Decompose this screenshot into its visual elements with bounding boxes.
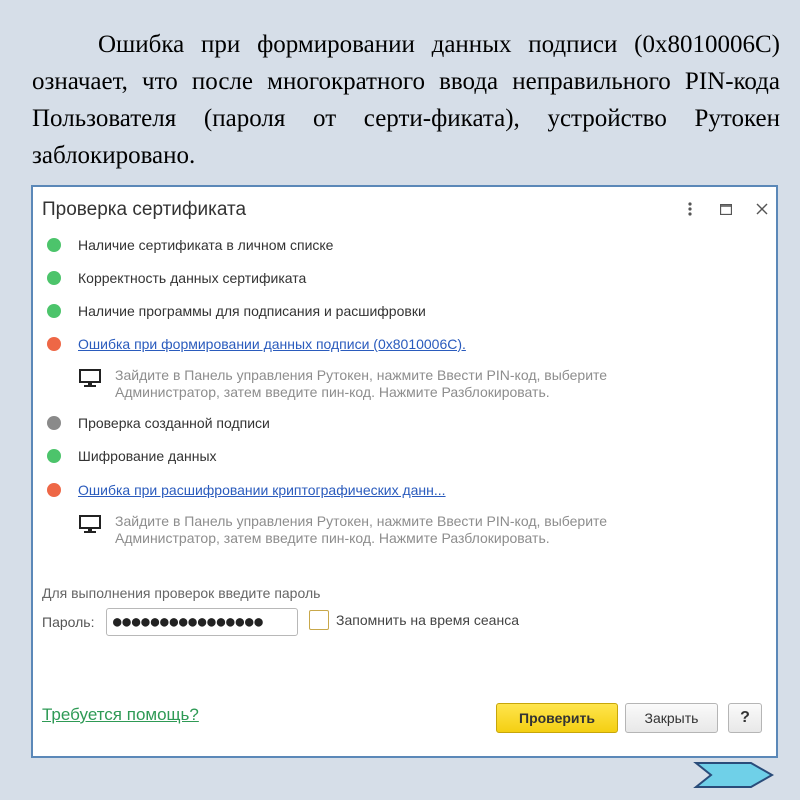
status-ok-icon — [47, 304, 61, 318]
status-ok-icon — [47, 238, 61, 252]
error-link[interactable]: Ошибка при формировании данных подписи (… — [78, 336, 466, 352]
monitor-icon — [79, 515, 101, 537]
status-error-icon — [47, 337, 61, 351]
dialog-title: Проверка сертификата — [42, 199, 247, 220]
check-label: Шифрование данных — [78, 448, 217, 464]
check-label: Проверка созданной подписи — [78, 415, 270, 431]
check-button[interactable]: Проверить — [496, 703, 618, 733]
error-hint: Зайдите в Панель управления Рутокен, наж… — [79, 367, 675, 401]
close-icon[interactable] — [750, 197, 774, 221]
password-prompt: Для выполнения проверок введите пароль — [42, 585, 321, 601]
check-label: Наличие программы для подписания и расши… — [78, 303, 426, 319]
check-item: Наличие программы для подписания и расши… — [47, 303, 426, 319]
status-ok-icon — [47, 271, 61, 285]
check-item: Ошибка при формировании данных подписи (… — [47, 336, 466, 352]
maximize-icon[interactable] — [714, 197, 738, 221]
remember-option[interactable]: Запомнить на время сеанса — [309, 610, 519, 630]
slide-text: Ошибка при формировании данных подписи (… — [32, 31, 780, 169]
check-label: Корректность данных сертификата — [78, 270, 307, 286]
check-item: Наличие сертификата в личном списке — [47, 237, 333, 253]
check-item: Проверка созданной подписи — [47, 415, 270, 431]
check-item: Корректность данных сертификата — [47, 270, 306, 286]
password-input[interactable] — [106, 608, 298, 636]
monitor-icon — [79, 369, 101, 391]
more-menu-icon[interactable] — [678, 197, 702, 221]
check-item: Шифрование данных — [47, 448, 217, 464]
next-slide-arrow-icon[interactable] — [693, 760, 775, 795]
password-label: Пароль: — [42, 614, 95, 630]
status-error-icon — [47, 483, 61, 497]
help-link[interactable]: Требуется помощь? — [42, 705, 199, 725]
remember-label: Запомнить на время сеанса — [336, 612, 519, 628]
error-hint: Зайдите в Панель управления Рутокен, наж… — [79, 513, 675, 547]
help-button[interactable]: ? — [728, 703, 762, 733]
hint-text: Зайдите в Панель управления Рутокен, наж… — [115, 513, 608, 546]
remember-checkbox[interactable] — [309, 610, 329, 630]
check-item: Ошибка при расшифровании криптографическ… — [47, 482, 446, 498]
status-skipped-icon — [47, 416, 61, 430]
status-ok-icon — [47, 449, 61, 463]
error-link[interactable]: Ошибка при расшифровании криптографическ… — [78, 482, 446, 498]
certificate-check-dialog: Проверка сертификата Наличие сертификата… — [31, 185, 778, 758]
check-label: Наличие сертификата в личном списке — [78, 237, 334, 253]
close-button[interactable]: Закрыть — [625, 703, 718, 733]
hint-text: Зайдите в Панель управления Рутокен, наж… — [115, 367, 608, 400]
